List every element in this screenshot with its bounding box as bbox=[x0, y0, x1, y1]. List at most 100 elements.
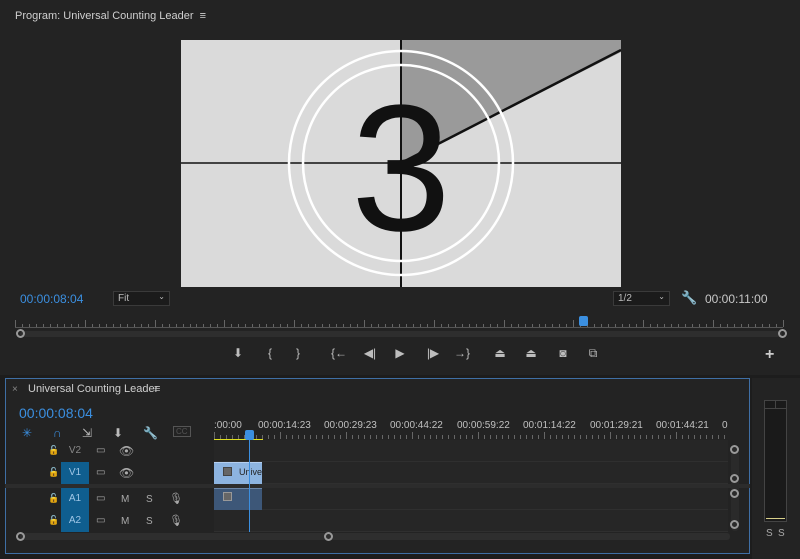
ruler-tick bbox=[147, 324, 149, 327]
program-ruler[interactable] bbox=[15, 320, 784, 328]
ruler-tick bbox=[724, 435, 725, 439]
ruler-tick bbox=[490, 435, 491, 439]
sync-lock-icon[interactable]: ▭ bbox=[96, 493, 105, 504]
step-forward-button[interactable]: |▶ bbox=[424, 346, 442, 360]
lock-icon[interactable]: 🔓 bbox=[48, 467, 59, 478]
timeline-h-scrollbar[interactable] bbox=[20, 533, 730, 540]
sync-lock-icon[interactable]: ▭ bbox=[96, 515, 105, 526]
ruler-tick bbox=[238, 324, 240, 327]
insert-overwrite-icon[interactable]: ⇲ bbox=[82, 426, 92, 440]
timeline-title[interactable]: Universal Counting Leader bbox=[28, 383, 158, 395]
solo-left[interactable]: S bbox=[766, 528, 773, 539]
linked-selection-icon[interactable]: ∩ bbox=[53, 426, 62, 440]
timeline-playhead[interactable] bbox=[245, 430, 254, 440]
extract-button[interactable]: ⏏ bbox=[522, 346, 540, 360]
hamburger-icon[interactable]: ≡ bbox=[197, 10, 206, 22]
track-lane-v1[interactable] bbox=[214, 462, 728, 484]
ruler-tick bbox=[646, 435, 647, 439]
video-scroll-handle-top[interactable] bbox=[730, 445, 739, 454]
track-target-a2[interactable]: A2 bbox=[61, 510, 89, 532]
add-button[interactable]: + bbox=[765, 346, 774, 364]
eye-icon[interactable]: 👁 bbox=[119, 466, 134, 480]
microphone-icon[interactable]: 🎙 bbox=[169, 514, 183, 527]
scroll-handle-right[interactable] bbox=[324, 532, 333, 541]
ruler-tick bbox=[28, 324, 30, 327]
lock-icon[interactable]: 🔓 bbox=[48, 493, 59, 504]
ruler-label: 0 bbox=[722, 420, 728, 431]
ruler-tick bbox=[496, 435, 497, 439]
hamburger-icon[interactable]: ≡ bbox=[154, 383, 160, 395]
mute-button[interactable]: M bbox=[121, 516, 129, 527]
ruler-tick bbox=[676, 432, 677, 439]
go-to-in-button[interactable]: {← bbox=[330, 346, 348, 360]
track-v-scrollbar[interactable] bbox=[731, 445, 739, 531]
ruler-tick bbox=[280, 324, 282, 327]
eye-icon[interactable]: 👁 bbox=[119, 444, 134, 458]
ruler-tick bbox=[49, 324, 51, 327]
ruler-tick bbox=[394, 435, 395, 439]
timeline-timecode[interactable]: 00:00:08:04 bbox=[19, 405, 93, 421]
close-icon[interactable]: × bbox=[12, 384, 18, 395]
video-clip[interactable]: Unive bbox=[214, 462, 262, 484]
ruler-tick bbox=[70, 324, 72, 327]
ruler-tick bbox=[15, 320, 16, 327]
mute-button[interactable]: M bbox=[121, 494, 129, 505]
lock-icon[interactable]: 🔓 bbox=[48, 515, 59, 526]
settings-icon[interactable]: 🔧 bbox=[143, 426, 158, 440]
audio-scroll-handle-bottom[interactable] bbox=[730, 520, 739, 529]
snap-icon[interactable]: ✳ bbox=[22, 426, 32, 440]
program-zoom-scrollbar[interactable] bbox=[20, 331, 782, 337]
ruler-tick bbox=[274, 435, 275, 439]
zoom-select[interactable]: Fit ⌄ bbox=[113, 291, 170, 306]
sync-lock-icon[interactable]: ▭ bbox=[96, 445, 105, 456]
ruler-tick bbox=[747, 324, 749, 327]
audio-clip[interactable] bbox=[214, 488, 262, 510]
countdown-number: 3 bbox=[351, 68, 451, 269]
track-divider[interactable] bbox=[5, 484, 750, 488]
go-to-out-button[interactable]: →} bbox=[453, 346, 471, 360]
microphone-icon[interactable]: 🎙 bbox=[169, 492, 183, 505]
audio-scroll-handle-top[interactable] bbox=[730, 489, 739, 498]
sync-lock-icon[interactable]: ▭ bbox=[96, 467, 105, 478]
solo-right[interactable]: S bbox=[778, 528, 785, 539]
program-monitor: Program: Universal Counting Leader ≡ 3 0… bbox=[0, 0, 800, 375]
scroll-handle-right[interactable] bbox=[778, 329, 787, 338]
program-timecode[interactable]: 00:00:08:04 bbox=[20, 292, 83, 306]
track-target-v2[interactable]: V2 bbox=[61, 440, 89, 462]
track-lane-v2[interactable] bbox=[214, 440, 728, 462]
lift-button[interactable]: ⏏ bbox=[491, 346, 509, 360]
add-marker-button[interactable]: ⬇ bbox=[229, 346, 247, 360]
scroll-handle-left[interactable] bbox=[16, 329, 25, 338]
mark-in-button[interactable]: { bbox=[261, 346, 279, 360]
play-button[interactable]: ▶ bbox=[391, 346, 409, 360]
timeline-ruler[interactable] bbox=[214, 431, 728, 439]
program-playhead[interactable] bbox=[579, 316, 589, 326]
ruler-tick bbox=[273, 324, 275, 327]
track-target-v1[interactable]: V1 bbox=[61, 462, 89, 484]
track-target-a1[interactable]: A1 bbox=[61, 488, 89, 510]
compare-button[interactable]: ⧉ bbox=[584, 346, 602, 361]
track-lane-a1[interactable] bbox=[214, 488, 728, 510]
audio-meter-panel: S S bbox=[752, 378, 800, 559]
ruler-tick bbox=[412, 324, 414, 327]
wrench-icon[interactable]: 🔧 bbox=[681, 290, 697, 306]
ruler-tick bbox=[706, 324, 708, 327]
track-lane-a2[interactable] bbox=[214, 510, 728, 532]
captions-icon[interactable]: CC bbox=[173, 426, 191, 437]
video-scroll-handle-bottom[interactable] bbox=[730, 474, 739, 483]
add-marker-icon[interactable]: ⬇ bbox=[113, 426, 123, 440]
lock-icon[interactable]: 🔓 bbox=[48, 445, 59, 456]
export-frame-button[interactable]: ◙ bbox=[554, 346, 572, 360]
resolution-select[interactable]: 1/2 ⌄ bbox=[613, 291, 670, 306]
ruler-tick bbox=[203, 324, 205, 327]
ruler-tick bbox=[398, 324, 400, 327]
ruler-tick bbox=[433, 320, 435, 327]
ruler-tick bbox=[357, 324, 359, 327]
solo-button[interactable]: S bbox=[146, 516, 153, 527]
scroll-handle-left[interactable] bbox=[16, 532, 25, 541]
ruler-tick bbox=[346, 432, 347, 439]
clip-fx-icon bbox=[223, 492, 232, 501]
solo-button[interactable]: S bbox=[146, 494, 153, 505]
mark-out-button[interactable]: } bbox=[289, 346, 307, 360]
step-back-button[interactable]: ◀| bbox=[361, 346, 379, 360]
